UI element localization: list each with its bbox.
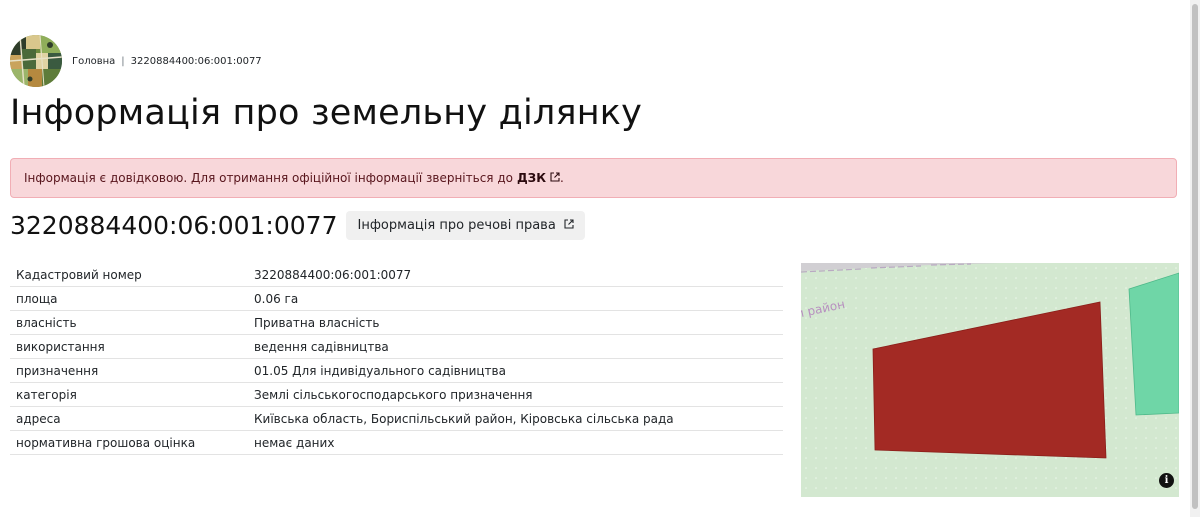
row-value: 3220884400:06:001:0077	[248, 263, 783, 287]
header: Головна | 3220884400:06:001:0077	[10, 35, 262, 87]
table-row: площа 0.06 га	[10, 286, 783, 311]
dzk-link[interactable]: ДЗК	[517, 171, 560, 185]
map-neighbor-parcel[interactable]	[1128, 272, 1179, 416]
parcel-map[interactable]: й район i	[801, 263, 1179, 497]
table-row: адреса Київська область, Бориспільський р…	[10, 406, 783, 431]
info-alert: Інформація є довідковою. Для отримання о…	[10, 158, 1177, 198]
rights-info-label: Інформація про речові права	[357, 218, 556, 233]
row-key: власність	[10, 310, 248, 335]
alert-suffix: .	[560, 171, 564, 185]
row-key: призначення	[10, 358, 248, 383]
logo[interactable]	[10, 35, 62, 87]
external-link-icon	[564, 218, 574, 233]
row-value: Київська область, Бориспільський район, …	[248, 406, 783, 431]
page-title: Інформація про земельну ділянку	[10, 93, 643, 133]
dzk-link-label: ДЗК	[516, 171, 547, 185]
breadcrumb-separator: |	[121, 55, 125, 67]
breadcrumb: Головна | 3220884400:06:001:0077	[72, 56, 262, 67]
rights-info-button[interactable]: Інформація про речові права	[346, 211, 585, 240]
parcel-title: 3220884400:06:001:0077	[10, 211, 338, 240]
parcel-info-table: Кадастровий номер 3220884400:06:001:0077 …	[10, 263, 783, 455]
table-row: категорія Землі сільськогосподарського пр…	[10, 382, 783, 407]
row-key: категорія	[10, 382, 248, 407]
row-key: нормативна грошова оцінка	[10, 430, 248, 455]
row-key: Кадастровий номер	[10, 263, 248, 287]
row-value: Землі сільськогосподарського призначення	[248, 382, 783, 407]
row-key: площа	[10, 286, 248, 311]
table-row: призначення 01.05 Для індивідуального сад…	[10, 358, 783, 383]
table-row: використання ведення садівництва	[10, 334, 783, 359]
row-value: ведення садівництва	[248, 334, 783, 359]
scrollbar-track[interactable]	[1190, 0, 1200, 517]
breadcrumb-home[interactable]: Головна	[72, 56, 115, 67]
row-value: 01.05 Для індивідуального садівництва	[248, 358, 783, 383]
row-key: адреса	[10, 406, 248, 431]
row-value: 0.06 га	[248, 286, 783, 311]
parcel-header: 3220884400:06:001:0077 Інформація про ре…	[10, 211, 585, 240]
table-row: власність Приватна власність	[10, 310, 783, 335]
row-value: немає даних	[248, 430, 783, 455]
table-row: нормативна грошова оцінка немає даних	[10, 430, 783, 455]
external-link-icon	[550, 171, 560, 185]
row-value: Приватна власність	[248, 310, 783, 335]
row-key: використання	[10, 334, 248, 359]
map-canvas[interactable]: й район	[801, 263, 1179, 497]
breadcrumb-current: 3220884400:06:001:0077	[130, 55, 262, 67]
alert-text: Інформація є довідковою. Для отримання о…	[24, 171, 513, 185]
table-row: Кадастровий номер 3220884400:06:001:0077	[10, 263, 783, 287]
scrollbar-thumb[interactable]	[1192, 4, 1198, 509]
map-info-icon[interactable]: i	[1159, 473, 1174, 488]
